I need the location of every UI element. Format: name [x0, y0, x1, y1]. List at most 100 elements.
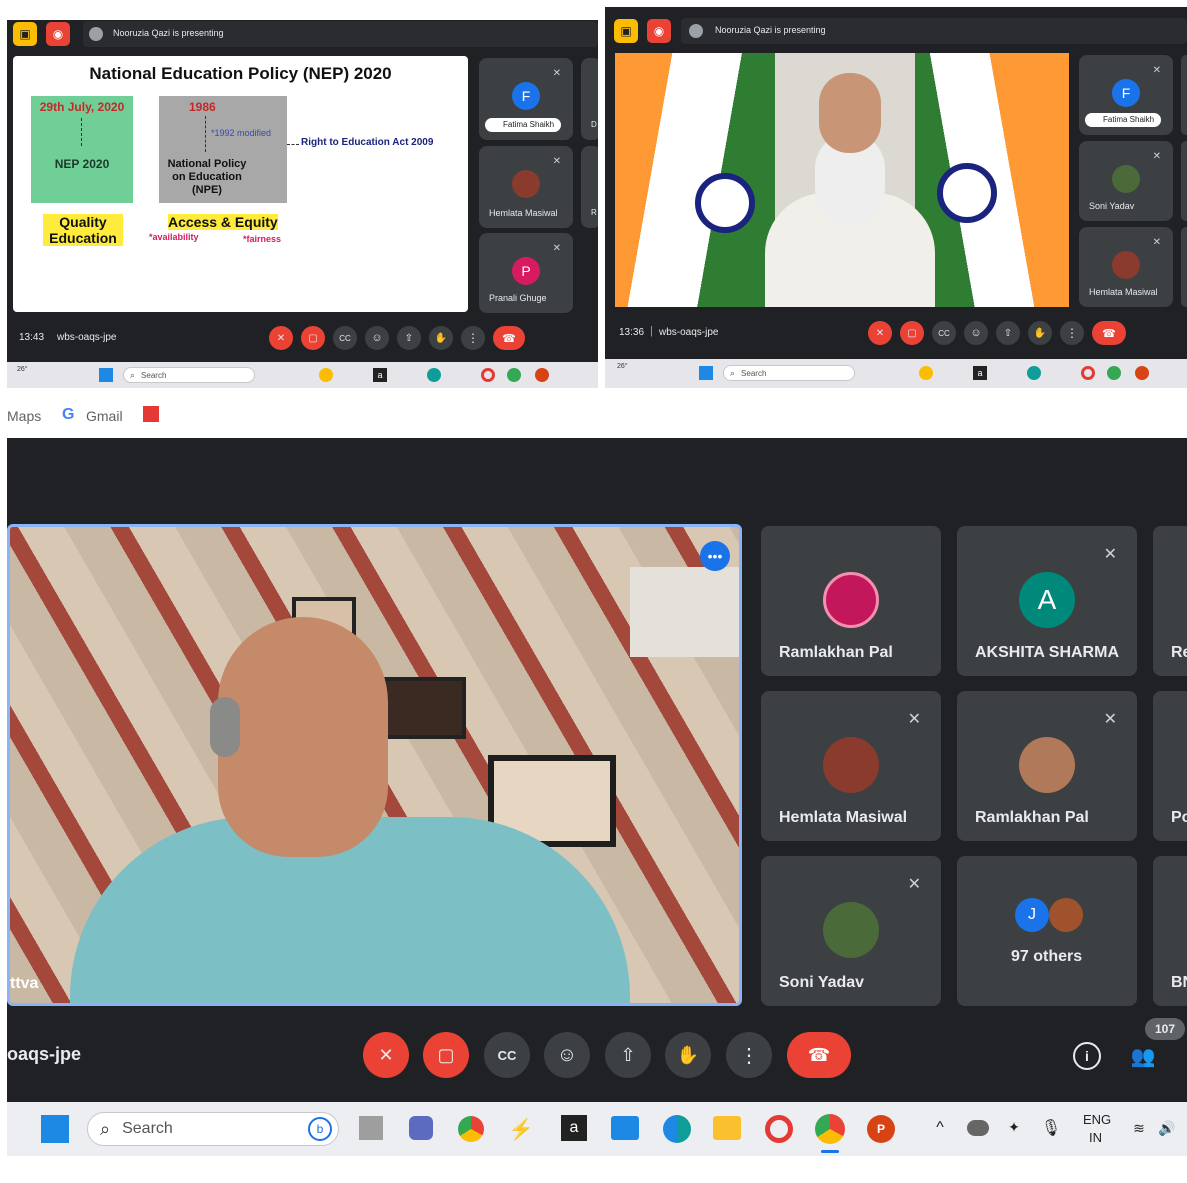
captions-button[interactable]: CC [932, 321, 956, 345]
mic-toggle-button[interactable]: ✕ [363, 1032, 409, 1078]
taskbar-search[interactable]: ⌕ Search [123, 367, 255, 383]
amazon-icon[interactable]: a [373, 368, 387, 382]
cloud-icon[interactable] [967, 1120, 989, 1136]
participant-tile-partial[interactable]: BN [1153, 856, 1187, 1006]
present-now-button[interactable]: ⇧ [397, 326, 421, 350]
start-icon[interactable] [699, 366, 713, 380]
wifi-icon[interactable]: ≋ [1129, 1118, 1149, 1138]
participant-tile[interactable]: ✕ Soni Yadav [761, 856, 941, 1006]
chrome-icon[interactable] [458, 1116, 484, 1142]
opera-icon[interactable] [1081, 366, 1095, 380]
language-bottom[interactable]: IN [1089, 1130, 1102, 1145]
emoji-button[interactable]: ☺ [964, 321, 988, 345]
meeting-code: oaqs-jpe [7, 1044, 82, 1064]
amazon-icon[interactable]: a [561, 1115, 587, 1141]
microphone-icon[interactable]: 🎙 [1041, 1116, 1061, 1140]
participant-name: Ramlakhan Pal [779, 644, 893, 661]
edge-icon[interactable] [663, 1115, 691, 1143]
participant-tile-partial[interactable] [1181, 141, 1187, 221]
dropbox-icon[interactable]: ✦ [1005, 1118, 1023, 1136]
info-icon[interactable]: i [1073, 1042, 1101, 1070]
edge-icon[interactable] [1027, 366, 1041, 380]
participant-tile[interactable]: ✕ Hemlata Masiwal [761, 691, 941, 841]
more-options-icon[interactable]: ••• [700, 541, 730, 571]
participant-name: Soni Yadav [779, 974, 865, 991]
meet-screenshot-bottom: ••• ttva Ramlakhan Pal ✕ A AKSHITA SHARM… [7, 438, 1187, 1156]
record-icon[interactable]: ◉ [647, 19, 671, 43]
language-top[interactable]: ENG [1083, 1112, 1111, 1127]
mail-icon[interactable] [611, 1116, 639, 1140]
raise-hand-button[interactable]: ✋ [1028, 321, 1052, 345]
participant-tile[interactable]: ✕ Ramlakhan Pal [957, 691, 1137, 841]
captions-button[interactable]: CC [484, 1032, 530, 1078]
raise-hand-button[interactable]: ✋ [429, 326, 453, 350]
others-tile[interactable]: J 97 others [957, 856, 1137, 1006]
powerpoint-icon[interactable] [1135, 366, 1149, 380]
more-options-button[interactable]: ⋮ [461, 326, 485, 350]
chrome-app-icon[interactable] [507, 368, 521, 382]
participant-tile[interactable]: ✕ F Fatima Shaikh [479, 58, 573, 140]
opera-icon[interactable] [481, 368, 495, 382]
opera-icon[interactable] [765, 1115, 793, 1143]
captions-button[interactable]: CC [333, 326, 357, 350]
camera-toggle-button[interactable]: ▢ [301, 326, 325, 350]
mic-off-icon: ✕ [552, 243, 561, 254]
bookmark-app-icon[interactable] [143, 406, 159, 422]
edge-icon[interactable] [427, 368, 441, 382]
camera-toggle-button[interactable]: ▢ [900, 321, 924, 345]
participant-tile-partial[interactable] [1181, 227, 1187, 307]
participant-tile-partial[interactable] [1181, 55, 1187, 135]
participant-tile[interactable]: Ramlakhan Pal [761, 526, 941, 676]
winamp-icon[interactable]: ⚡ [509, 1116, 534, 1142]
photo-frame-1 [382, 677, 466, 739]
flag-left [615, 53, 775, 307]
participant-tile[interactable]: ✕ A AKSHITA SHARMA [957, 526, 1137, 676]
camera-toggle-button[interactable]: ▢ [423, 1032, 469, 1078]
participant-tile[interactable]: ✕ Hemlata Masiwal [1079, 227, 1173, 307]
more-options-button[interactable]: ⋮ [1060, 321, 1084, 345]
emoji-button[interactable]: ☺ [365, 326, 389, 350]
powerpoint-icon[interactable]: P [867, 1115, 895, 1143]
amazon-icon[interactable]: a [973, 366, 987, 380]
participant-tile-partial[interactable]: Re [1153, 526, 1187, 676]
chrome-icon[interactable] [319, 368, 333, 382]
emoji-button[interactable]: ☺ [544, 1032, 590, 1078]
participant-tile[interactable]: ✕ F Fatima Shaikh [1079, 55, 1173, 135]
start-icon[interactable] [99, 368, 113, 382]
participant-tile-partial[interactable]: D [581, 58, 598, 140]
participant-tile-partial[interactable]: R [581, 146, 598, 228]
google-icon: G [62, 406, 75, 423]
leave-call-button[interactable]: ☎ [787, 1032, 851, 1078]
participant-tile[interactable]: ✕ Hemlata Masiwal [479, 146, 573, 228]
mic-toggle-button[interactable]: ✕ [269, 326, 293, 350]
file-explorer-icon[interactable] [713, 1116, 741, 1140]
bookmark-gmail[interactable]: Gmail [86, 408, 123, 424]
present-now-button[interactable]: ⇧ [605, 1032, 651, 1078]
volume-icon[interactable]: 🔊 [1157, 1118, 1177, 1138]
taskbar-search[interactable]: ⌕ Search [723, 365, 855, 381]
present-icon[interactable]: ▣ [614, 19, 638, 43]
teams-icon[interactable] [409, 1116, 433, 1140]
powerpoint-icon[interactable] [535, 368, 549, 382]
participant-tile-partial[interactable]: Po [1153, 691, 1187, 841]
people-icon[interactable]: 👥 [1127, 1042, 1159, 1070]
npe-dash-line [205, 116, 206, 152]
task-view-icon[interactable] [359, 1116, 383, 1140]
participant-tile[interactable]: ✕ Soni Yadav [1079, 141, 1173, 221]
participant-tile[interactable]: ✕ P Pranali Ghuge [479, 233, 573, 313]
chrome-app-icon[interactable] [1107, 366, 1121, 380]
chrome-profile-icon[interactable] [815, 1114, 845, 1144]
present-icon[interactable]: ▣ [13, 22, 37, 46]
record-icon[interactable]: ◉ [46, 22, 70, 46]
start-icon[interactable] [41, 1115, 69, 1143]
taskbar-search[interactable]: ⌕ Search b [87, 1112, 339, 1146]
present-now-button[interactable]: ⇧ [996, 321, 1020, 345]
chrome-icon[interactable] [919, 366, 933, 380]
mic-toggle-button[interactable]: ✕ [868, 321, 892, 345]
raise-hand-button[interactable]: ✋ [665, 1032, 711, 1078]
leave-call-button[interactable]: ☎ [1092, 321, 1126, 345]
leave-call-button[interactable]: ☎ [493, 326, 525, 350]
bookmark-maps[interactable]: Maps [7, 408, 41, 424]
more-options-button[interactable]: ⋮ [726, 1032, 772, 1078]
chevron-up-icon[interactable]: ^ [931, 1118, 949, 1138]
